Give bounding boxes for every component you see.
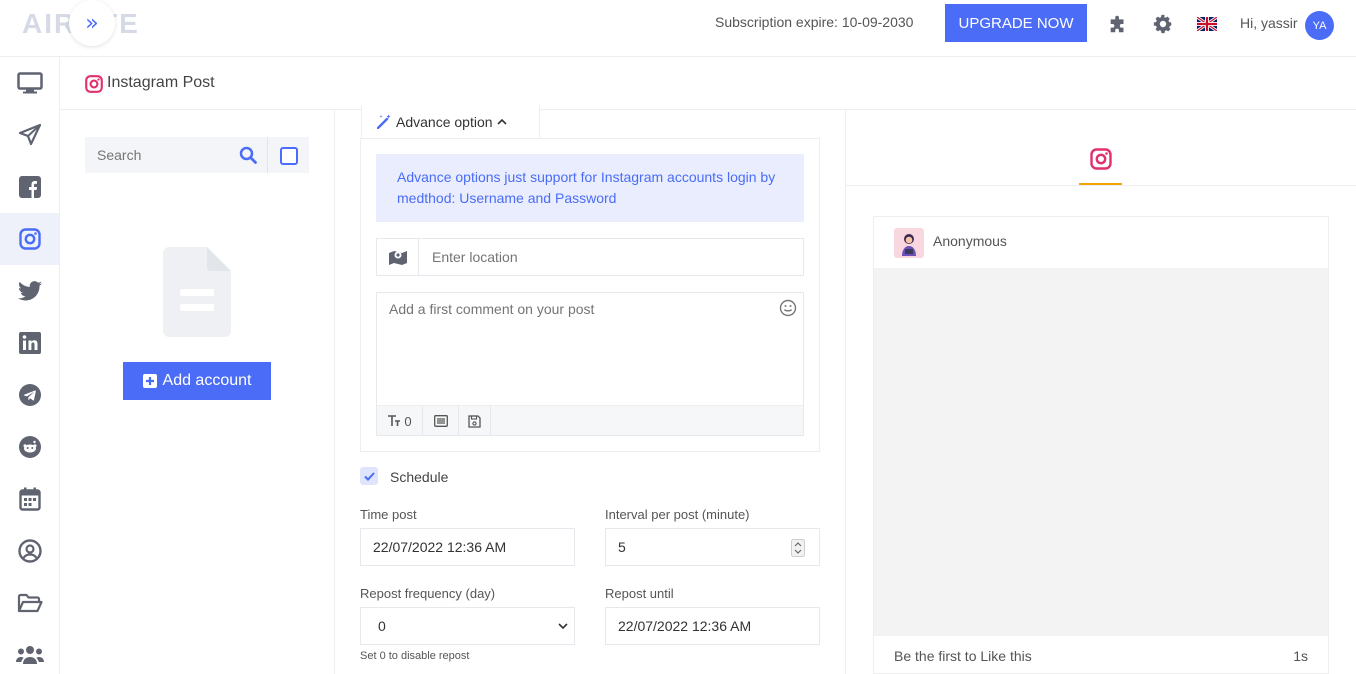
sidebar-item-instagram[interactable] [0, 213, 59, 265]
magic-wand-icon [377, 114, 391, 129]
save-icon [468, 414, 481, 428]
top-bar: AIROTE » Subscription expire: 10-09-2030… [0, 0, 1356, 57]
plus-square-icon [142, 374, 157, 388]
preview-tab-instagram[interactable] [1079, 145, 1122, 185]
list-button[interactable] [423, 406, 459, 436]
sidebar-item-linkedin[interactable] [0, 317, 59, 369]
repost-frequency-value: 0 [378, 618, 386, 634]
instagram-icon [18, 228, 41, 250]
post-preview-card: Anonymous Be the first to Like this 1s [873, 216, 1329, 674]
sidebar-item-reddit[interactable] [0, 421, 59, 473]
page-header [60, 57, 1356, 110]
person-illustration-icon [902, 234, 916, 256]
empty-document-icon [163, 247, 231, 337]
repost-hint: Set 0 to disable repost [360, 650, 470, 662]
interval-value: 5 [618, 539, 626, 555]
page-title: Instagram Post [107, 74, 215, 91]
repost-until-input[interactable]: 22/07/2022 12:36 AM [605, 607, 820, 645]
avatar [894, 228, 924, 258]
subscription-expiry: Subscription expire: 10-09-2030 [715, 14, 914, 30]
add-account-label: Add account [162, 372, 252, 389]
double-chevron-right-icon: » [85, 10, 99, 36]
twitter-icon [17, 281, 42, 301]
preview-time: 1s [1293, 648, 1308, 664]
interval-input[interactable]: 5 [605, 528, 820, 566]
column-divider [845, 110, 846, 674]
linkedin-icon [18, 332, 41, 354]
sidebar-item-team[interactable] [0, 629, 59, 674]
first-comment-field: 0 [376, 292, 804, 436]
users-icon [15, 646, 44, 664]
divider [846, 185, 1356, 186]
sidebar-item-schedules[interactable] [0, 473, 59, 525]
save-button[interactable] [459, 406, 491, 436]
paper-plane-icon [18, 123, 41, 146]
add-account-button[interactable]: Add account [123, 362, 271, 400]
map-marker-icon [388, 251, 407, 265]
caption-counter[interactable]: 0 [377, 406, 423, 436]
interval-label: Interval per post (minute) [605, 507, 750, 522]
sidebar-item-post[interactable] [0, 109, 59, 161]
repost-frequency-label: Repost frequency (day) [360, 586, 496, 601]
sidebar-item-account[interactable] [0, 525, 59, 577]
repost-until-label: Repost until [605, 586, 674, 601]
list-icon [433, 415, 448, 427]
reddit-icon [18, 436, 41, 458]
sidebar-item-telegram[interactable] [0, 369, 59, 421]
gear-icon[interactable] [1151, 12, 1175, 36]
search-input[interactable] [85, 137, 235, 173]
preview-like-text: Be the first to Like this [894, 648, 1032, 664]
uk-flag-icon[interactable] [1195, 12, 1219, 36]
sidebar-item-file-manager[interactable] [0, 577, 59, 629]
sidebar [0, 57, 60, 674]
facebook-icon [18, 176, 41, 198]
chevron-down-icon [558, 623, 568, 630]
sidebar-item-facebook[interactable] [0, 161, 59, 213]
repost-frequency-select[interactable]: 0 [360, 607, 575, 645]
folder-open-icon [17, 593, 43, 613]
user-circle-icon [17, 539, 42, 563]
search-button[interactable] [230, 137, 266, 173]
chevron-up-icon [496, 118, 507, 125]
time-post-label: Time post [360, 507, 417, 522]
upgrade-now-button[interactable]: UPGRADE NOW [945, 4, 1087, 42]
time-post-input[interactable]: 22/07/2022 12:36 AM [360, 528, 575, 566]
telegram-icon [18, 384, 41, 406]
emoji-icon[interactable] [779, 299, 797, 317]
comment-toolbar: 0 [377, 405, 803, 436]
column-divider [334, 110, 335, 674]
sidebar-item-twitter[interactable] [0, 265, 59, 317]
location-input[interactable] [420, 239, 800, 275]
user-greeting[interactable]: Hi, yassir [1240, 15, 1298, 31]
schedule-label: Schedule [390, 469, 449, 485]
first-comment-input[interactable] [377, 293, 777, 403]
select-all-checkbox[interactable] [280, 147, 298, 165]
avatar[interactable]: YA [1305, 11, 1334, 40]
sidebar-item-dashboard[interactable] [0, 57, 59, 109]
advance-option-tab[interactable]: Advance option [361, 105, 540, 139]
map-icon-box [377, 239, 419, 275]
preview-username: Anonymous [933, 233, 1007, 249]
search-icon [239, 146, 257, 164]
counter-value: 0 [404, 413, 412, 429]
instagram-icon [85, 75, 103, 93]
calendar-icon [18, 487, 41, 511]
puzzle-icon[interactable] [1106, 12, 1130, 36]
advance-option-label: Advance option [396, 113, 493, 130]
location-field [376, 238, 804, 276]
account-search-box [85, 137, 309, 173]
instagram-icon [1089, 148, 1112, 170]
divider [267, 137, 268, 173]
advance-note: Advance options just support for Instagr… [376, 154, 804, 222]
check-icon [363, 471, 375, 481]
monitor-icon [16, 72, 43, 94]
schedule-checkbox[interactable] [360, 467, 378, 485]
preview-image-placeholder [874, 268, 1328, 636]
sidebar-toggle-button[interactable]: » [69, 0, 115, 46]
spinner-arrows-icon[interactable] [791, 539, 805, 557]
text-count-icon [388, 415, 401, 426]
